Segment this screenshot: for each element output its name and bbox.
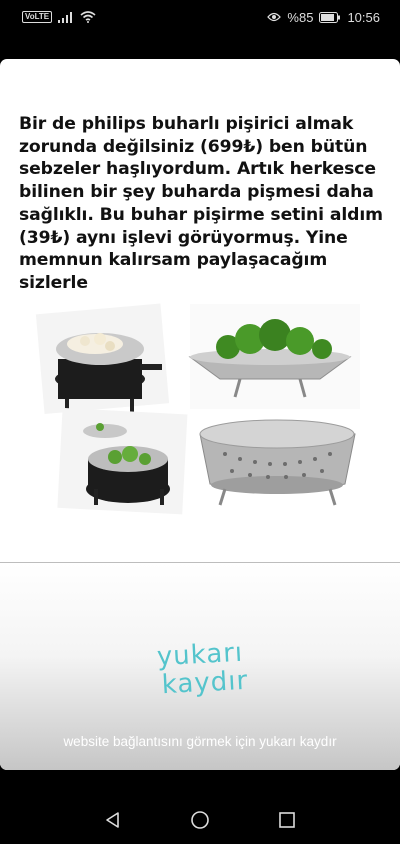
steamer-with-broccoli [188,304,360,409]
swipe-up-logo[interactable]: yukarı kaydır [130,638,270,721]
empty-steamer-basket [199,419,356,506]
navigation-bar [0,795,400,844]
battery-icon [319,11,341,23]
product-image[interactable] [0,299,400,544]
volte-icon: VoLTE [22,11,53,23]
back-icon [106,811,120,828]
clock: 10:56 [347,9,380,25]
wifi-icon [80,11,96,23]
back-button[interactable] [98,805,128,835]
eye-icon [267,12,282,22]
battery-percent: %85 [287,9,314,25]
recents-button[interactable] [272,805,302,835]
signal-icon [58,11,73,23]
story-caption: Bir de philips buharlı pişirici almak zo… [19,114,383,293]
swipe-up-hint: website bağlantısını görmek için yukarı … [63,734,337,749]
story-card[interactable]: Bir de philips buharlı pişirici almak zo… [0,59,400,770]
status-bar: VoLTE %85 10:56 [0,0,400,34]
recents-icon [278,811,295,828]
home-button[interactable] [185,805,215,835]
steamer-in-pot-broccoli [57,407,188,515]
swipe-logo-line2: kaydır [161,665,249,701]
home-icon [191,810,209,829]
steamer-with-cauliflower [35,303,170,415]
